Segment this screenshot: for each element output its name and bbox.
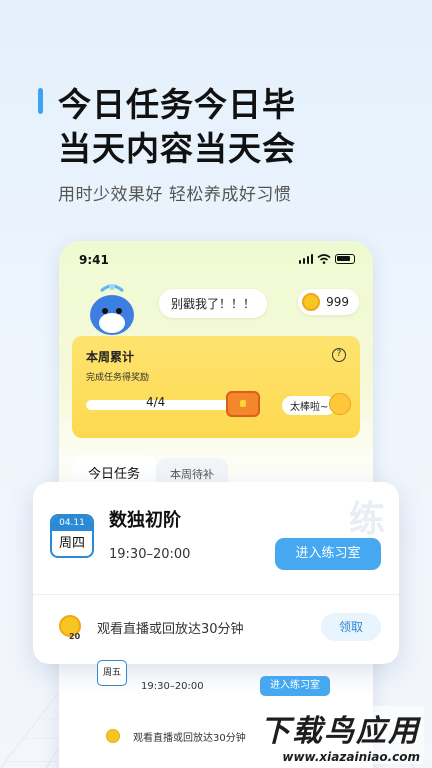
status-time: 9:41 bbox=[79, 253, 109, 267]
calendar-icon: 04.11 周四 bbox=[50, 514, 94, 558]
headline-subtitle: 用时少效果好 轻松养成好习惯 bbox=[58, 185, 292, 205]
calendar-date: 04.11 bbox=[52, 516, 92, 531]
accent-bar bbox=[38, 88, 43, 114]
headline-line-1: 今日任务今日毕 bbox=[58, 85, 296, 124]
lower-reward-coin-icon bbox=[106, 729, 120, 743]
reward-coin-value: 20 bbox=[69, 632, 81, 641]
course-time: 19:30–20:00 bbox=[109, 547, 191, 562]
lower-calendar-icon: 周五 bbox=[97, 660, 127, 686]
practice-deco-glyph: 练 bbox=[348, 499, 385, 540]
claim-reward-button[interactable]: 领取 bbox=[321, 613, 381, 641]
coin-icon bbox=[302, 293, 321, 311]
week-card-title: 本周累计 bbox=[86, 350, 135, 364]
status-bar: 9:41 bbox=[59, 253, 373, 269]
calendar-weekday: 周四 bbox=[58, 536, 85, 551]
treasure-chest-icon[interactable] bbox=[226, 391, 260, 417]
lower-task-description: 观看直播或回放达30分钟 bbox=[133, 733, 246, 744]
help-icon[interactable]: ? bbox=[332, 348, 346, 362]
status-icons bbox=[298, 254, 355, 264]
task-description: 观看直播或回放达30分钟 bbox=[97, 622, 244, 637]
course-title: 数独初阶 bbox=[109, 510, 181, 531]
wifi-icon bbox=[317, 254, 331, 264]
course-card: 练 04.11 周四 数独初阶 19:30–20:00 进入练习室 20 观看直… bbox=[33, 482, 399, 664]
lower-course-time: 19:30–20:00 bbox=[141, 681, 204, 692]
watermark-url: www.xiazainiao.com bbox=[256, 750, 424, 764]
mascot-speech-bubble: 别戳我了！！！ bbox=[159, 289, 268, 318]
card-divider bbox=[33, 594, 399, 595]
battery-icon bbox=[335, 254, 355, 264]
watermark-title: 下载鸟应用 bbox=[256, 706, 424, 750]
week-card-subtitle: 完成任务得奖励 bbox=[86, 373, 150, 383]
coin-balance[interactable]: 999 bbox=[298, 289, 359, 315]
signal-icon bbox=[298, 254, 313, 264]
weekly-progress-card: 本周累计 完成任务得奖励 ? 4/4 太棒啦~ bbox=[72, 336, 360, 438]
weekly-progress-text: 4/4 bbox=[146, 395, 166, 409]
coin-count: 999 bbox=[326, 295, 349, 309]
site-watermark: 下载鸟应用 www.xiazainiao.com bbox=[256, 706, 424, 764]
party-face-icon bbox=[329, 393, 351, 415]
lower-enter-practice-room-button[interactable]: 进入练习室 bbox=[260, 676, 330, 696]
headline-line-2: 当天内容当天会 bbox=[58, 129, 296, 168]
enter-practice-room-button[interactable]: 进入练习室 bbox=[275, 538, 381, 570]
whale-mascot-icon bbox=[90, 284, 134, 335]
